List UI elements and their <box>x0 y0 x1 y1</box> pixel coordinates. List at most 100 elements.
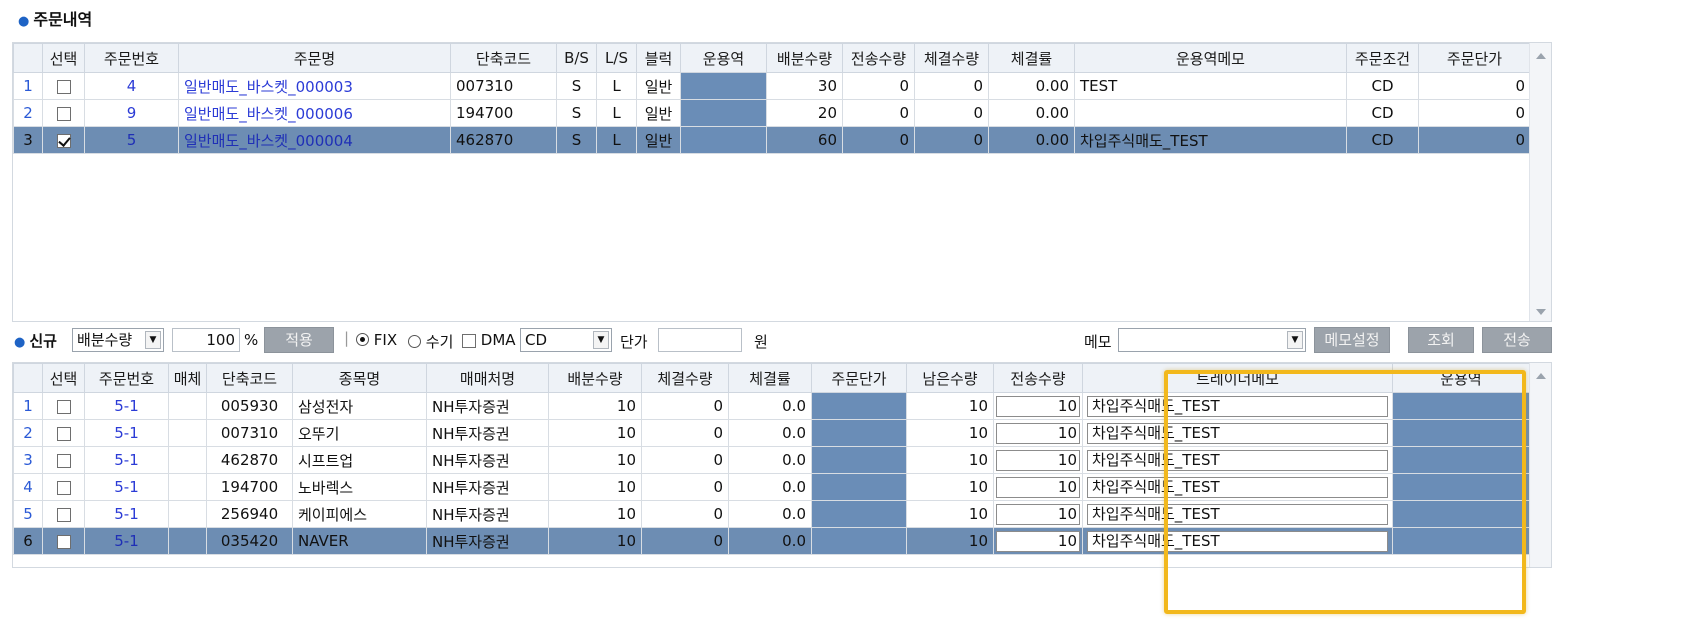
filled-cell[interactable]: 0 <box>914 72 989 100</box>
row-checkbox-cell[interactable] <box>42 99 85 127</box>
media-cell[interactable] <box>168 419 207 447</box>
grid1-header-select[interactable]: 선택 <box>42 43 85 73</box>
broker-cell[interactable]: NH투자증권 <box>426 527 549 555</box>
table-row[interactable]: 4 5-1 194700 노바렉스 NH투자증권 10 0 0.0 10 10 … <box>13 473 1530 501</box>
grid2-scrollbar[interactable] <box>1529 363 1551 567</box>
row-checkbox-cell[interactable] <box>42 392 85 420</box>
sent-cell[interactable]: 0 <box>842 99 915 127</box>
grid2-header-alloc[interactable]: 배분수량 <box>548 363 642 393</box>
condition-cell[interactable]: CD <box>1346 126 1419 154</box>
grid2-header-media[interactable]: 매체 <box>168 363 207 393</box>
order-no-cell[interactable]: 5-1 <box>84 527 169 555</box>
rate-cell[interactable]: 0.0 <box>728 500 812 528</box>
filled-cell[interactable]: 0 <box>641 446 729 474</box>
grid2-header-send[interactable]: 전송수량 <box>993 363 1083 393</box>
grid2-header-trader-memo[interactable]: 트레이더메모 <box>1082 363 1393 393</box>
manager-cell[interactable] <box>1392 446 1530 474</box>
broker-cell[interactable]: NH투자증권 <box>426 392 549 420</box>
trader-memo-cell[interactable]: 차입주식매도_TEST <box>1082 446 1393 474</box>
broker-cell[interactable]: NH투자증권 <box>426 419 549 447</box>
alloc-cell[interactable]: 10 <box>548 500 642 528</box>
percent-input[interactable]: 100 <box>172 328 240 352</box>
rate-cell[interactable]: 0.0 <box>728 527 812 555</box>
rate-cell[interactable]: 0.00 <box>988 72 1075 100</box>
rate-cell[interactable]: 0.00 <box>988 126 1075 154</box>
memo-select[interactable]: ▼ <box>1118 328 1306 352</box>
manager-cell[interactable] <box>1392 392 1530 420</box>
alloc-cell[interactable]: 10 <box>548 473 642 501</box>
remain-cell[interactable]: 10 <box>906 392 994 420</box>
trader-memo-input[interactable]: 차입주식매도_TEST <box>1087 449 1388 471</box>
send-qty-input[interactable]: 10 <box>996 422 1080 444</box>
block-cell[interactable]: 일반 <box>636 126 681 154</box>
price-cell[interactable] <box>811 392 907 420</box>
sent-cell[interactable]: 0 <box>842 72 915 100</box>
manager-cell[interactable] <box>1392 527 1530 555</box>
grid2-header-order-no[interactable]: 주문번호 <box>84 363 169 393</box>
order-no-cell[interactable]: 5-1 <box>84 419 169 447</box>
price-cell[interactable] <box>811 527 907 555</box>
grid1-header-order-no[interactable]: 주문번호 <box>84 43 179 73</box>
price-cell[interactable] <box>811 500 907 528</box>
bs-cell[interactable]: S <box>556 72 597 100</box>
grid1-header-order-name[interactable]: 주문명 <box>178 43 451 73</box>
scroll-down-icon[interactable] <box>1536 309 1546 315</box>
send-qty-cell[interactable]: 10 <box>993 527 1083 555</box>
alloc-cell[interactable]: 10 <box>548 527 642 555</box>
scroll-up-icon[interactable] <box>1536 53 1546 59</box>
fix-radio[interactable] <box>356 333 369 346</box>
send-qty-input[interactable]: 10 <box>996 449 1080 471</box>
media-cell[interactable] <box>168 527 207 555</box>
order-no-cell[interactable]: 5-1 <box>84 446 169 474</box>
chevron-down-icon[interactable]: ▼ <box>593 331 609 349</box>
chevron-down-icon[interactable]: ▼ <box>1287 331 1303 349</box>
grid1-header-code[interactable]: 단축코드 <box>450 43 557 73</box>
order-name-cell[interactable]: 일반매도_바스켓_000004 <box>178 126 451 154</box>
trader-memo-input[interactable]: 차입주식매도_TEST <box>1087 395 1388 417</box>
block-cell[interactable]: 일반 <box>636 99 681 127</box>
manager-cell[interactable] <box>680 72 767 100</box>
stock-name-cell[interactable]: 시프트업 <box>292 446 427 474</box>
send-qty-input[interactable]: 10 <box>996 530 1080 552</box>
alloc-cell[interactable]: 60 <box>766 126 843 154</box>
grid1-header-ls[interactable]: L/S <box>596 43 637 73</box>
alloc-cell[interactable]: 10 <box>548 446 642 474</box>
grid2-header-stock-name[interactable]: 종목명 <box>292 363 427 393</box>
memo-cell[interactable] <box>1074 99 1347 127</box>
code-cell[interactable]: 256940 <box>206 500 293 528</box>
grid2-header-manager[interactable]: 운용역 <box>1392 363 1530 393</box>
chevron-down-icon[interactable]: ▼ <box>145 331 161 349</box>
code-cell[interactable]: 007310 <box>206 419 293 447</box>
grid2-header-price[interactable]: 주문단가 <box>811 363 907 393</box>
grid1-header-memo[interactable]: 운용역메모 <box>1074 43 1347 73</box>
remain-cell[interactable]: 10 <box>906 473 994 501</box>
bs-cell[interactable]: S <box>556 126 597 154</box>
order-no-cell[interactable]: 4 <box>84 72 179 100</box>
price-input[interactable] <box>658 328 742 352</box>
alloc-cell[interactable]: 30 <box>766 72 843 100</box>
grid2-header-filled[interactable]: 체결수량 <box>641 363 729 393</box>
ls-cell[interactable]: L <box>596 126 637 154</box>
price-cell[interactable]: 0 <box>1418 72 1531 100</box>
table-row-selected[interactable]: 3 5 일반매도_바스켓_000004 462870 S L 일반 60 0 0… <box>13 126 1531 154</box>
dma-checkbox[interactable] <box>462 333 476 348</box>
row-checkbox[interactable] <box>56 399 71 414</box>
grid1-header-sent[interactable]: 전송수량 <box>842 43 915 73</box>
remain-cell[interactable]: 10 <box>906 446 994 474</box>
code-cell[interactable]: 005930 <box>206 392 293 420</box>
block-cell[interactable]: 일반 <box>636 72 681 100</box>
table-row[interactable]: 2 9 일반매도_바스켓_000006 194700 S L 일반 20 0 0… <box>13 99 1531 127</box>
table-row[interactable]: 5 5-1 256940 케이피에스 NH투자증권 10 0 0.0 10 10… <box>13 500 1530 528</box>
search-button[interactable]: 조회 <box>1408 327 1474 353</box>
rate-cell[interactable]: 0.00 <box>988 99 1075 127</box>
row-checkbox[interactable] <box>56 106 71 121</box>
memo-cell[interactable]: TEST <box>1074 72 1347 100</box>
row-checkbox-checked[interactable] <box>56 133 71 148</box>
grid2-header-remain[interactable]: 남은수량 <box>906 363 994 393</box>
alloc-select[interactable]: 배분수량 ▼ <box>72 328 164 352</box>
price-cell[interactable] <box>811 419 907 447</box>
row-checkbox[interactable] <box>56 534 71 549</box>
condition-select[interactable]: CD ▼ <box>520 328 612 352</box>
stock-name-cell[interactable]: 오뚜기 <box>292 419 427 447</box>
ls-cell[interactable]: L <box>596 72 637 100</box>
